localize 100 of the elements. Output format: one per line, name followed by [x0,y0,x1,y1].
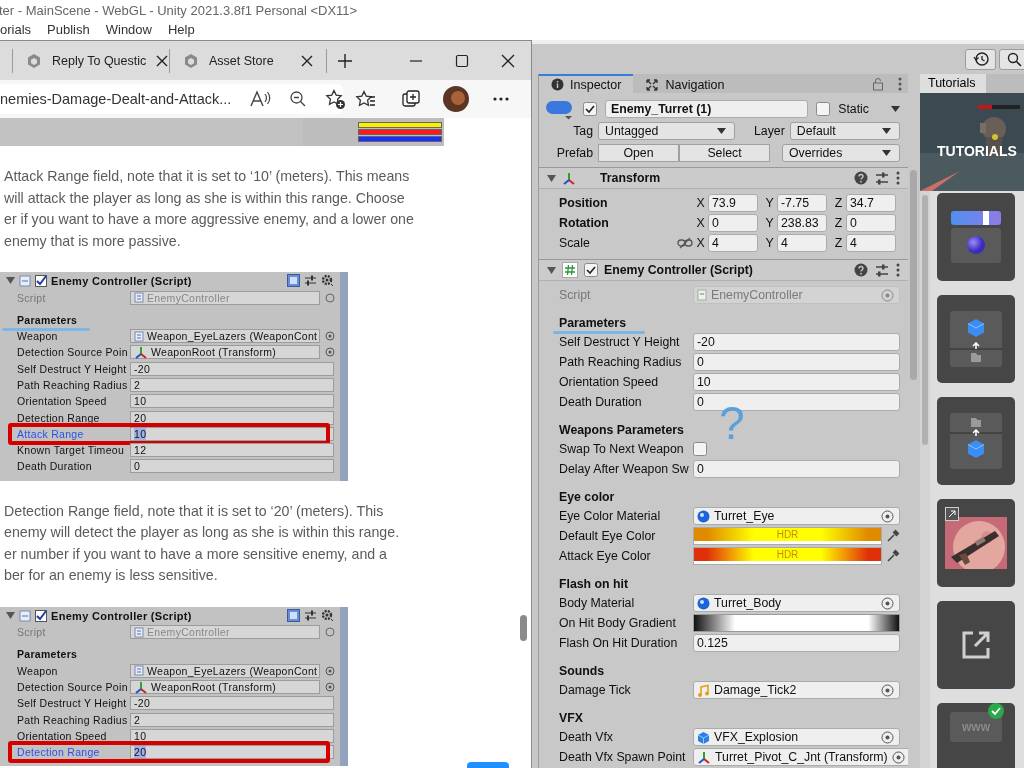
close-icon[interactable] [501,53,515,68]
name-field[interactable]: Enemy_Turret (1) [605,100,809,118]
expand-triangle-icon[interactable] [547,174,556,182]
menu-item[interactable]: Help [167,20,195,40]
target-icon[interactable] [881,509,894,523]
expand-triangle-icon[interactable] [6,277,15,285]
eyedropper-icon[interactable] [886,549,900,563]
target-icon[interactable] [891,750,905,764]
kebab-menu-icon[interactable] [896,171,900,185]
target-icon[interactable] [881,683,894,697]
new-tab-icon[interactable] [337,52,353,69]
menu-item[interactable]: Window [105,20,152,40]
object-field[interactable]: Turret_Body [693,594,900,612]
tutorial-card[interactable] [937,193,1015,281]
tutorial-card[interactable] [937,397,1015,485]
target-icon[interactable] [325,665,335,676]
gradient-field[interactable] [693,614,900,632]
maximize-icon[interactable] [455,53,469,68]
number-field[interactable]: 4 [846,234,896,252]
zoom-out-icon[interactable] [289,90,308,108]
menu-item[interactable]: orials [0,20,32,40]
target-icon[interactable] [325,292,335,303]
book-icon[interactable] [287,274,300,288]
kebab-menu-icon[interactable] [898,76,902,91]
layer-dropdown[interactable]: Default [789,122,900,140]
field-label: Rotation [559,216,610,230]
collections-icon[interactable] [400,89,421,109]
number-field[interactable]: 73.9 [708,194,758,212]
close-icon[interactable] [156,54,169,67]
sliders-icon[interactable] [874,170,890,186]
target-icon[interactable] [881,730,894,744]
sliders-icon[interactable] [304,609,317,622]
input-field[interactable]: 0.125 [693,634,900,652]
script-icon [19,609,31,622]
help-icon[interactable] [854,171,868,185]
read-aloud-icon[interactable] [249,90,272,108]
target-icon[interactable] [325,682,335,693]
script-icon [697,289,707,301]
object-field[interactable]: Turret_Eye [693,507,900,525]
avatar[interactable] [442,86,469,112]
input-field[interactable]: -20 [693,333,900,351]
address-field[interactable]: nemies-Damage-Dealt-and-Attack... [0,84,343,114]
prefab-button[interactable]: Open [598,143,679,162]
favorites-icon[interactable] [355,90,376,108]
input-field[interactable]: 10 [693,373,900,391]
tutorial-card[interactable] [937,499,1015,587]
kebab-menu-icon[interactable] [896,263,900,277]
input-field[interactable]: 0 [693,460,900,478]
panel-tab[interactable]: Tutorials [920,74,986,93]
history-button[interactable] [965,48,996,70]
number-field[interactable]: 0 [846,214,896,232]
gear-icon[interactable] [321,274,334,288]
number-field[interactable]: -7.75 [777,194,827,212]
number-field[interactable]: 34.7 [846,194,896,212]
browser-tab[interactable]: Reply To Questic [16,44,166,77]
component-header: Transform [539,167,908,189]
sliders-icon[interactable] [304,274,317,288]
menu-item[interactable]: Publish [47,20,90,40]
target-icon[interactable] [881,596,894,610]
external-link-icon[interactable] [945,507,959,521]
gear-icon[interactable] [321,609,334,622]
overrides-dropdown[interactable]: Overrides [782,143,900,162]
checkbox[interactable] [35,609,47,622]
target-icon[interactable] [325,347,335,358]
number-field[interactable]: 0 [708,214,758,232]
number-field[interactable]: 4 [708,234,758,252]
search-button[interactable] [999,48,1024,70]
sliders-icon[interactable] [874,262,890,278]
panel-tab[interactable]: Inspector [539,74,634,93]
target-icon[interactable] [325,331,335,342]
tutorial-card[interactable] [937,601,1015,689]
link-icon[interactable] [677,237,693,249]
tutorial-card[interactable] [937,295,1015,383]
target-icon[interactable] [325,627,335,638]
expand-triangle-icon[interactable] [6,612,15,619]
enabled-checkbox[interactable] [584,263,598,277]
help-icon[interactable] [854,263,868,277]
prefab-button[interactable]: Select [679,143,770,162]
book-icon[interactable] [287,609,300,622]
static-checkbox[interactable] [816,102,831,116]
input-field[interactable]: 0 [693,353,900,371]
star-plus-icon[interactable] [325,88,347,110]
component-title: Enemy Controller (Script) [51,609,193,622]
field-label: Orientation Speed [17,395,108,408]
active-checkbox[interactable] [583,102,597,116]
object-field[interactable]: Damage_Tick2 [693,681,900,699]
number-field[interactable]: 4 [777,234,827,252]
checkbox[interactable] [693,442,707,456]
expand-triangle-icon[interactable] [547,266,556,274]
eyedropper-icon[interactable] [886,529,900,543]
tag-dropdown[interactable]: Untagged [598,122,735,140]
browser-tab[interactable]: Asset Store [173,44,323,77]
object-field[interactable]: VFX_Explosion [693,728,900,746]
panel-tab[interactable]: Navigation [633,74,737,93]
number-field[interactable]: 238.83 [777,214,827,232]
more-icon[interactable] [492,97,509,101]
close-icon[interactable] [301,54,313,67]
checkbox[interactable] [35,274,47,287]
lock-icon[interactable] [872,76,884,91]
object-field[interactable]: Turret_Pivot_C_Jnt (Transform) [693,748,908,766]
